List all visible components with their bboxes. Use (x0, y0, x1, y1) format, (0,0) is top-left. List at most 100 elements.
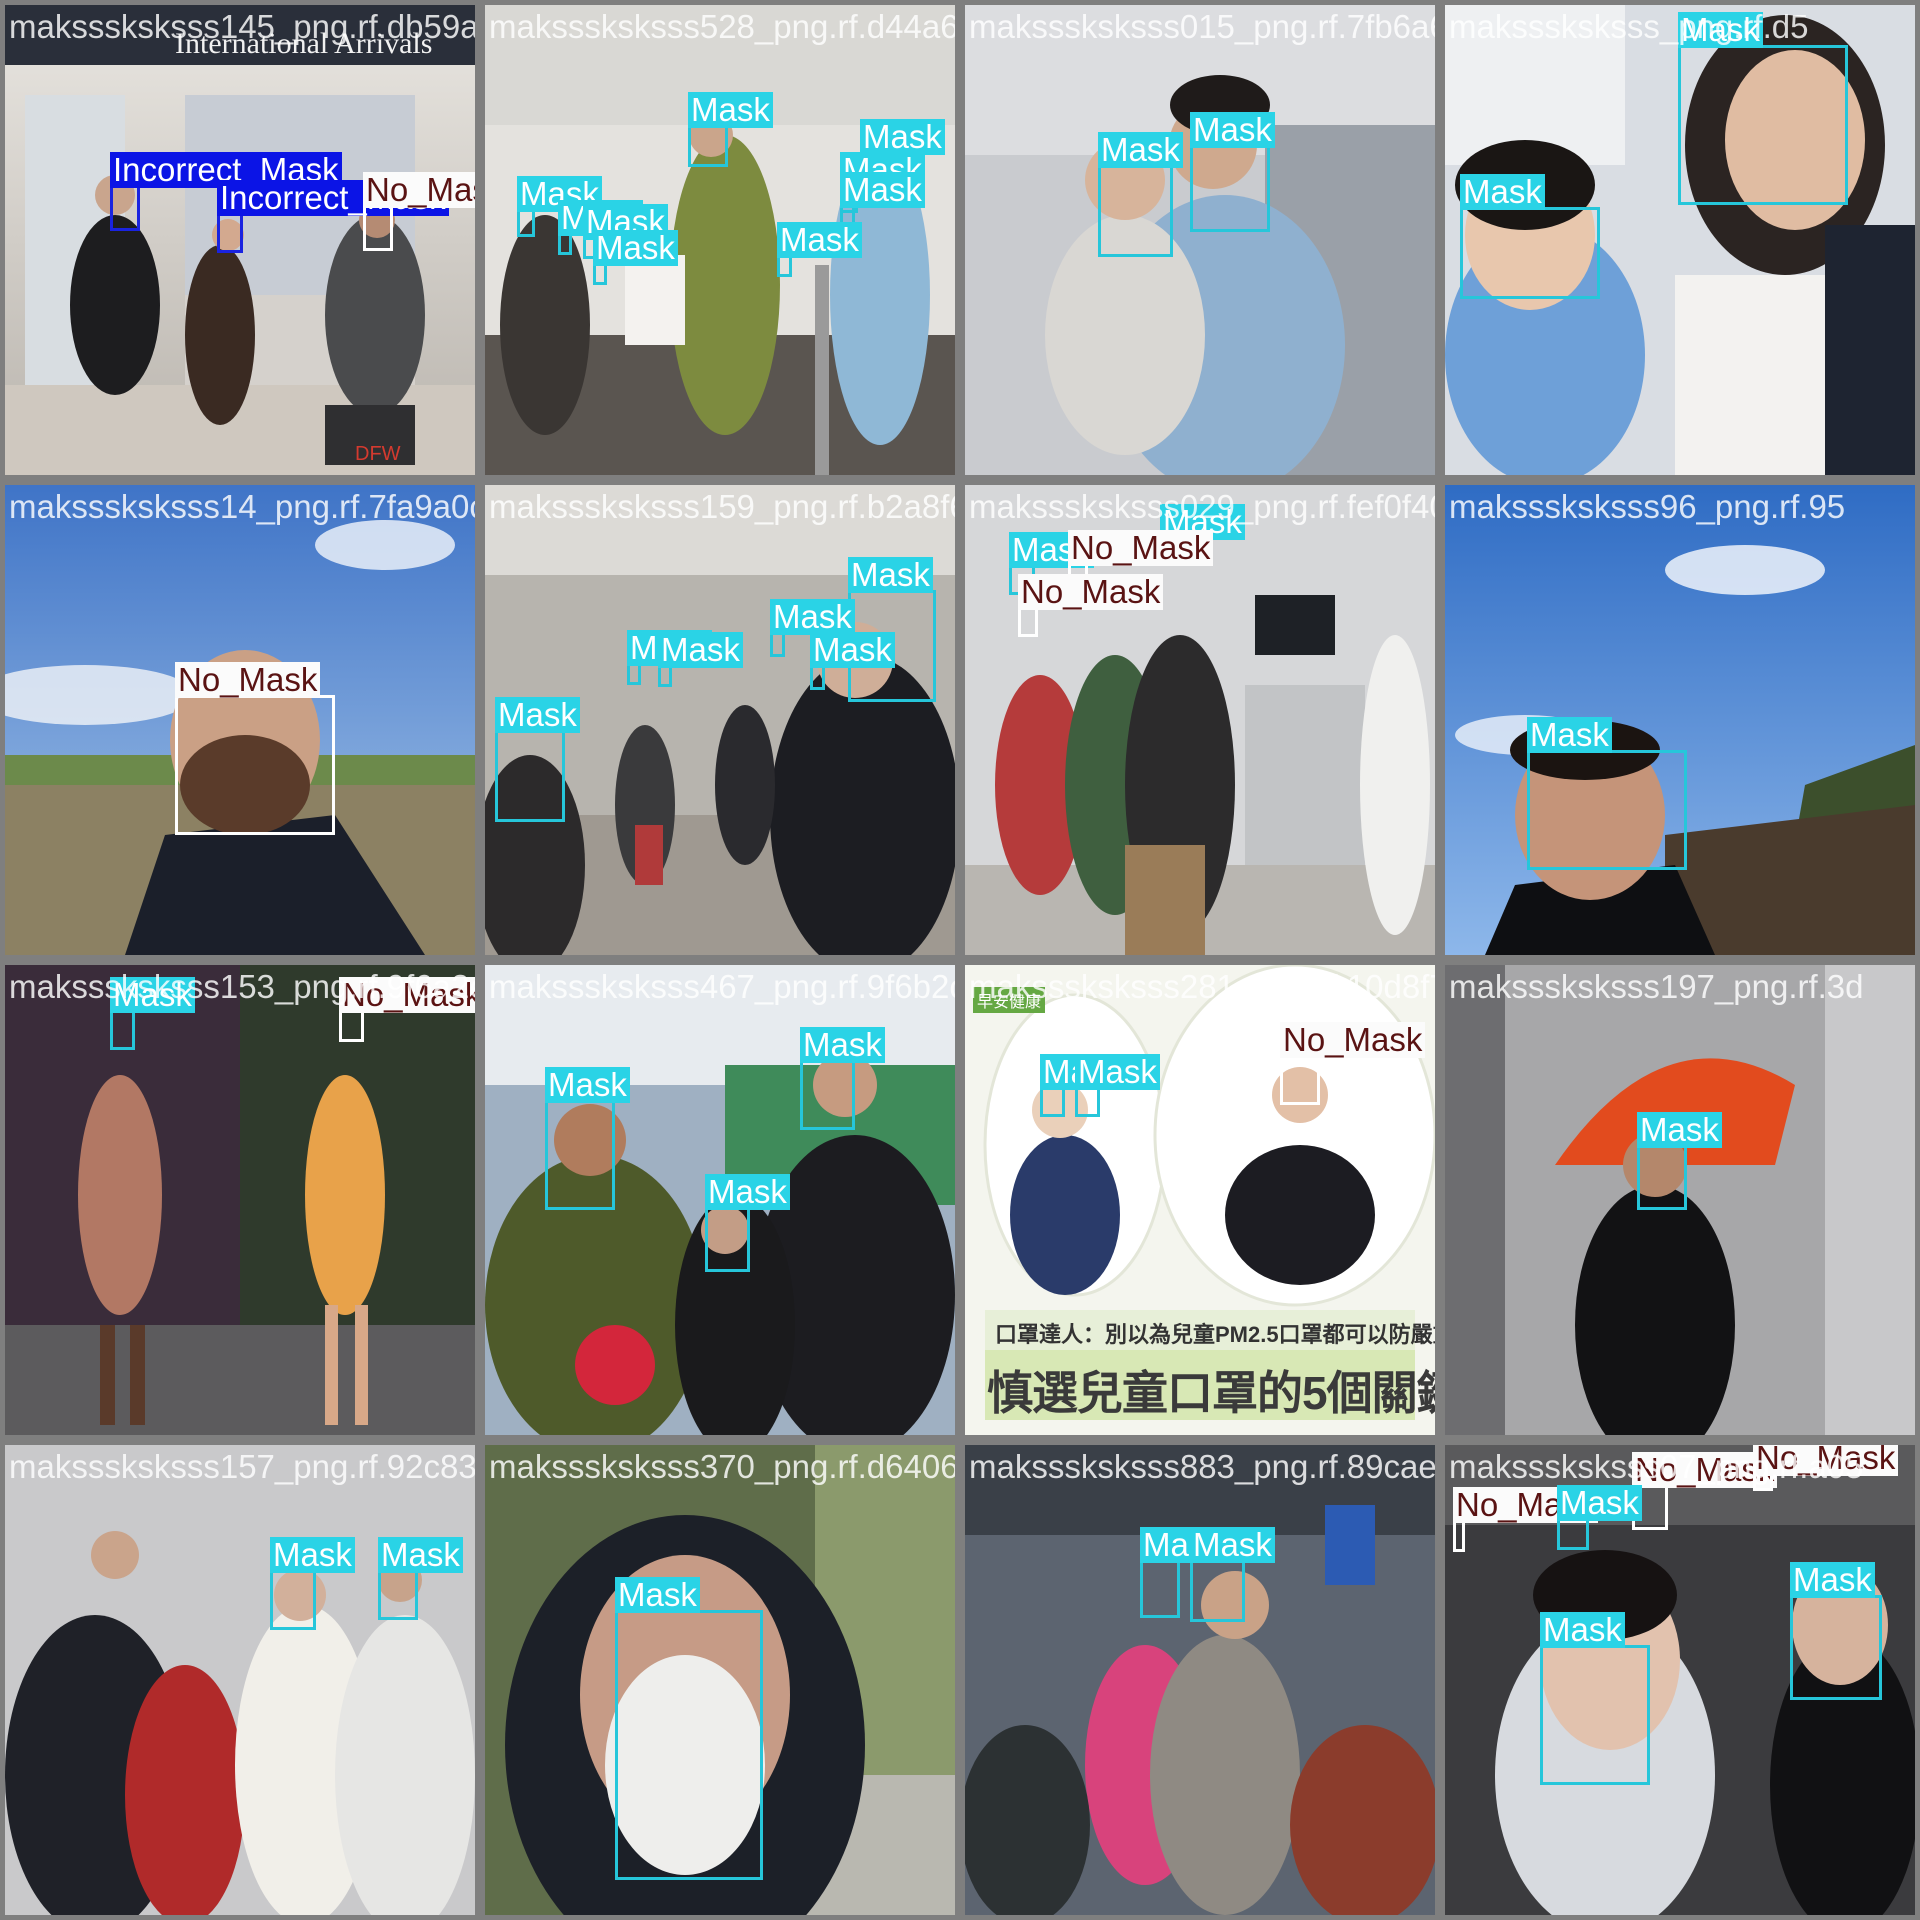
bbox-label: Mask (658, 632, 743, 668)
bbox-mask: Mask (770, 599, 855, 657)
image-filename: maksssksksss157_png.rf.92c83a2d1e0b5f4a7 (9, 1448, 475, 1485)
bbox-label: Mask (770, 599, 855, 635)
bbox-mask: Mask (517, 176, 602, 237)
tile-subway-crowd: maksssksksss159_png.rf.b2a8f63c4e1fd7a29… (485, 485, 955, 955)
tile-respirators: maksssksksss07_png.rf.a05 No_Mask No_Mas… (1445, 1445, 1915, 1915)
bbox-label: Mask (810, 632, 895, 668)
bbox-mask: Mask (1637, 1112, 1722, 1210)
image-filename: maksssksksss145_png.rf.db59a4e3a5f6cc8d5 (9, 8, 475, 45)
bbox-label: Mask (705, 1174, 790, 1210)
tile-man-outdoors: maksssksksss14_png.rf.7fa9a0c4f8d22a1e3 … (5, 485, 475, 955)
bbox-label: Mask (688, 92, 773, 128)
bbox-mask: Mask (1557, 1485, 1642, 1550)
tile-n95-respirator: maksssksksss370_png.rf.d6406b4c3e1f5a8d2… (485, 1445, 955, 1915)
tile-man-sky: maksssksksss96_png.rf.95 Mask (1445, 485, 1915, 955)
bbox-label: Mask (270, 1537, 355, 1573)
graphic-caption-line1: 口罩達人：別以為兒童PM2.5口罩都可以防嚴重空污 (995, 1322, 1435, 1347)
photo-train-platform (965, 1445, 1435, 1915)
bbox-mask: Mask (495, 697, 580, 822)
bbox-label: Mask (495, 697, 580, 733)
bbox-incorrect-mask: Incorrect_Mask (217, 180, 449, 253)
bbox-label: Mask (1098, 132, 1183, 168)
bbox-no-mask: No_Mask (339, 977, 475, 1042)
bbox-label: No_Mask (363, 172, 475, 208)
bbox-label: Mask (615, 1577, 700, 1613)
graphic-caption-line2: 慎選兒童口罩的5個關鍵！ (987, 1367, 1435, 1419)
image-filename: maksssksksss467_png.rf.9f6b2c3d1e0a8f4c7 (489, 968, 955, 1005)
image-filename: maksssksksss_png.rf.d5 (1449, 8, 1809, 45)
tile-news-graphic: 早安健康 口罩達人：別以為兒童PM2.5口罩都可以防嚴重空污 慎選兒童口罩的5個… (965, 965, 1435, 1435)
bbox-label: Mask (860, 119, 945, 155)
bbox-mask: Mask (270, 1537, 355, 1630)
bbox-label: Mask (545, 1067, 630, 1103)
image-filename: maksssksksss370_png.rf.d6406b4c3e1f5a8d2 (489, 1448, 955, 1485)
bbox-mask: Mask (1140, 1527, 1225, 1618)
bbox-mask: Mask (1040, 1054, 1125, 1117)
bbox-mask: Mask (593, 230, 678, 285)
bbox-label: Mask (848, 557, 933, 593)
image-filename: maksssksksss14_png.rf.7fa9a0c4f8d22a1e3 (9, 488, 475, 525)
image-filename: maksssksksss159_png.rf.b2a8f63c4e1fd7a29 (489, 488, 955, 525)
photo-mother-child (965, 5, 1435, 475)
tile-crowd-temperature: maksssksksss157_png.rf.92c83a2d1e0b5f4a7… (5, 1445, 475, 1915)
tile-street-flowers: maksssksksss467_png.rf.9f6b2c3d1e0a8f4c7… (485, 965, 955, 1435)
bbox-mask: Mask (558, 200, 643, 255)
bbox-label: No_Mask (1068, 530, 1214, 566)
bbox-mask: Mask (1540, 1612, 1650, 1785)
photo-man-sky (1445, 485, 1915, 955)
bbox-label: No_Mask (1280, 1022, 1426, 1058)
bbox-label: Mask (1540, 1612, 1625, 1648)
bbox-label: Mask (777, 222, 862, 258)
image-filename: maksssksksss015_png.rf.7fb6a68de0c5a5e9c (969, 8, 1435, 45)
image-filename: maksssksksss07_png.rf.a05 (1449, 1448, 1864, 1485)
bbox-mask: Mask (1098, 132, 1183, 257)
tile-runway: maksssksksss153_png.rf.9f6a2e1d4c8b3a7f0… (5, 965, 475, 1435)
bbox-label: Mask (1790, 1562, 1875, 1598)
bbox-mask: Mask (810, 632, 895, 690)
tile-red-umbrella: maksssksksss197_png.rf.3d Mask (1445, 965, 1915, 1435)
tile-train-platform: maksssksksss883_png.rf.89cae8f5a2d1b7c4e… (965, 1445, 1435, 1915)
bbox-label: Mask (800, 1027, 885, 1063)
bbox-label: No_Mask (1018, 574, 1164, 610)
bbox-no-mask: No_Mask (1280, 1022, 1426, 1105)
bbox-label: Mask (1075, 1054, 1160, 1090)
tile-checkin-line: maksssksksss528_png.rf.d44a6a3929abecc0e… (485, 5, 955, 475)
bbox-label: Mask (1527, 717, 1612, 753)
photo-runway (5, 965, 475, 1435)
bbox-no-mask: No_Mask (175, 662, 335, 835)
bbox-mask: Mask (110, 977, 195, 1050)
bbox-label: Mask (1190, 112, 1275, 148)
bbox-mask: Mask (378, 1537, 463, 1620)
detection-mosaic: International Arrivals DFW maksssksksss1… (0, 0, 1920, 1920)
image-filename: maksssksksss281_png.rf.10d8f7a2c3b6e4d9 (969, 968, 1435, 1005)
bbox-mask: Mask (800, 1027, 885, 1130)
bbox-label: No_Mask (175, 662, 321, 698)
bbox-mask: Mask (1190, 112, 1275, 232)
bbox-label: Mask (1190, 1527, 1275, 1563)
bbox-mask: Mask (1190, 1527, 1275, 1622)
photo-crowd-temperature (5, 1445, 475, 1915)
bbox-label: Mask (840, 172, 925, 208)
bbox-mask: Mask (658, 632, 743, 687)
image-filename: maksssksksss96_png.rf.95 (1449, 488, 1846, 525)
bbox-incorrect-mask: Incorrect_Mask (110, 152, 342, 231)
bbox-label: Mask (1637, 1112, 1722, 1148)
bbox-mask: Mask (705, 1174, 790, 1272)
image-filename: maksssksksss528_png.rf.d44a6a3929abecc0e (489, 8, 955, 45)
bbox-no-mask: No_Mask (363, 172, 475, 251)
image-filename: maksssksksss197_png.rf.3d (1449, 968, 1864, 1005)
bbox-label: Mask (378, 1537, 463, 1573)
bbox-mask: Mask (1075, 1054, 1160, 1117)
tile-mother-child: maksssksksss015_png.rf.7fb6a68de0c5a5e9c… (965, 5, 1435, 475)
bbox-no-mask: No_Mask (1453, 1487, 1599, 1552)
bbox-mask: Mask (1460, 174, 1600, 299)
bbox-mask: Mask (1678, 12, 1848, 205)
image-filename: maksssksksss883_png.rf.89cae8f5a2d1b7c4e (969, 1448, 1435, 1485)
bbox-label: Mask (1460, 174, 1545, 210)
cart-text: DFW (355, 443, 401, 465)
photo-checkin-line (485, 5, 955, 475)
image-filename: maksssksksss153_png.rf.9f6a2e1d4c8b3a7f0 (9, 968, 475, 1005)
bbox-no-mask: No_Mask (1018, 574, 1164, 637)
bbox-mask: Mask (777, 222, 862, 277)
bbox-label: Mask (1557, 1485, 1642, 1521)
